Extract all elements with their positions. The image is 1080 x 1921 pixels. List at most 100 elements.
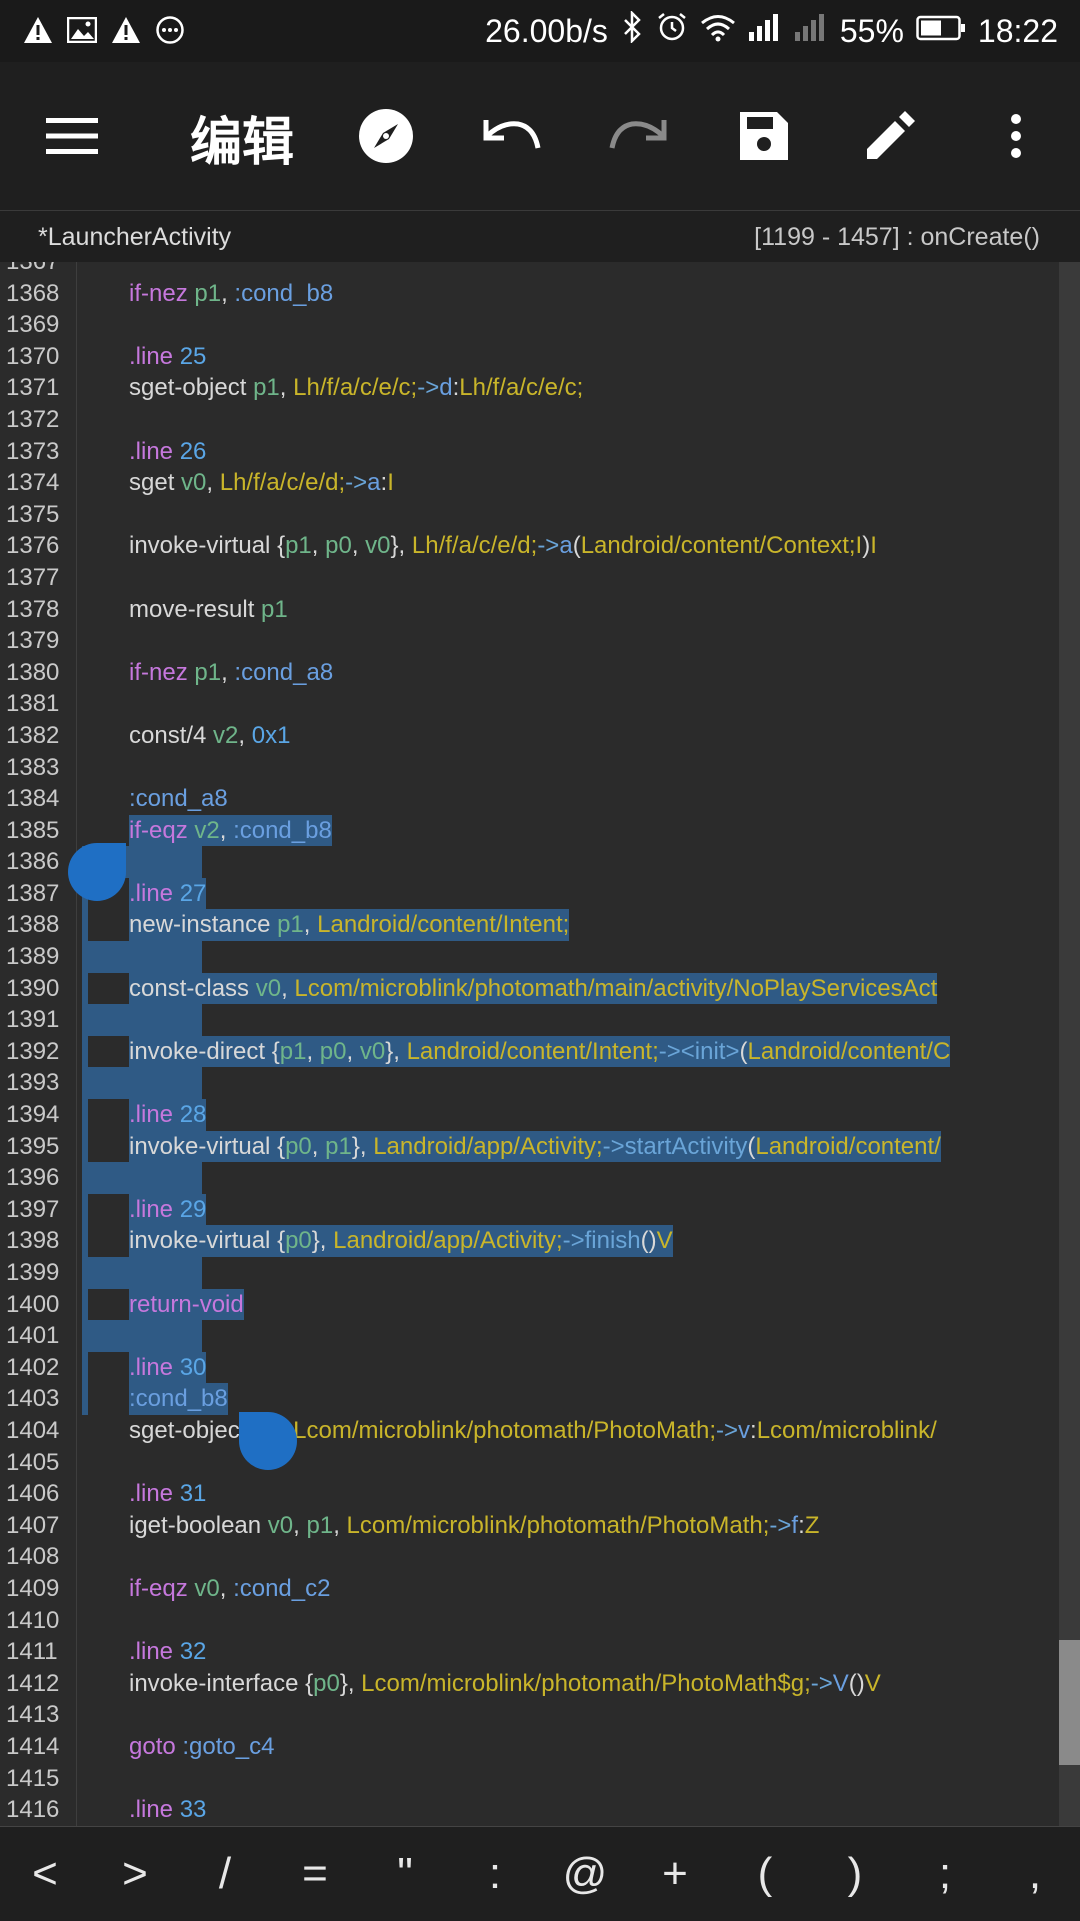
code-line[interactable]: 1395 invoke-virtual {p0, p1}, Landroid/ap… xyxy=(0,1130,1060,1163)
code-line[interactable]: 1371 sget-object p1, Lh/f/a/c/e/c;->d:Lh/… xyxy=(0,372,1060,404)
file-tab[interactable]: *LauncherActivity xyxy=(38,223,231,252)
code-line[interactable]: 1410 xyxy=(0,1605,1060,1637)
code-line[interactable]: 1393 xyxy=(0,1067,1060,1100)
scrollbar-thumb[interactable] xyxy=(1059,1640,1080,1765)
code-line[interactable]: 1381 xyxy=(0,688,1060,720)
code-editor[interactable]: 13671368 if-nez p1, :cond_b8 1369 1370 .line… xyxy=(0,262,1080,1826)
code-line[interactable]: 1378 move-result p1 xyxy=(0,594,1060,626)
undo-button[interactable] xyxy=(468,92,556,180)
code-token: v0 xyxy=(194,1574,220,1602)
symbol-key[interactable]: : xyxy=(455,1849,535,1899)
code-line[interactable]: 1368 if-nez p1, :cond_b8 xyxy=(0,278,1060,310)
code-token: .line xyxy=(129,342,180,370)
scrollbar-track[interactable] xyxy=(1059,262,1080,1826)
selection-end-handle[interactable] xyxy=(239,1412,297,1470)
code-line[interactable]: 1370 .line 25 xyxy=(0,341,1060,373)
navigate-button[interactable] xyxy=(342,92,430,180)
code-line[interactable]: 1399 xyxy=(0,1257,1060,1289)
code-line[interactable]: 1383 xyxy=(0,752,1060,784)
symbol-key[interactable]: < xyxy=(5,1849,85,1899)
line-code: invoke-direct {p1, p0, v0}, Landroid/con… xyxy=(129,1035,951,1068)
more-dots-icon xyxy=(154,14,186,46)
code-line[interactable]: 1396 xyxy=(0,1162,1060,1194)
code-line[interactable]: 1369 xyxy=(0,309,1060,341)
symbol-key[interactable]: / xyxy=(185,1849,265,1899)
symbol-key[interactable]: " xyxy=(365,1849,445,1899)
code-line[interactable]: 1407 iget-boolean v0, p1, Lcom/microblink… xyxy=(0,1510,1060,1542)
code-line[interactable]: 1403:cond_b8 xyxy=(0,1383,1060,1415)
line-code: goto :goto_c4 xyxy=(129,1731,274,1763)
symbol-key[interactable]: @ xyxy=(545,1849,625,1899)
code-line[interactable]: 1392 invoke-direct {p1, p0, v0}, Landroid… xyxy=(0,1035,1060,1068)
symbol-key[interactable]: = xyxy=(275,1849,355,1899)
code-line[interactable]: 1406 .line 31 xyxy=(0,1478,1060,1510)
code-line[interactable]: 1372 xyxy=(0,404,1060,436)
code-token: V xyxy=(832,1669,849,1697)
code-line[interactable]: 1411 .line 32 xyxy=(0,1636,1060,1668)
code-line[interactable]: 1374 sget v0, Lh/f/a/c/e/d;->a:I xyxy=(0,467,1060,499)
menu-button[interactable] xyxy=(28,92,116,180)
line-number: 1373 xyxy=(6,437,60,465)
code-line[interactable]: 1397 .line 29 xyxy=(0,1193,1060,1226)
code-token: ->finish xyxy=(562,1227,641,1255)
code-line[interactable]: 1408 xyxy=(0,1541,1060,1573)
redo-icon xyxy=(609,120,667,149)
code-token: }, xyxy=(351,1132,374,1160)
code-token: d xyxy=(439,374,453,402)
code-line[interactable]: 1412 invoke-interface {p0}, Lcom/microbli… xyxy=(0,1668,1060,1700)
code-line[interactable]: 1387 .line 27 xyxy=(0,877,1060,910)
code-line[interactable]: 1409 if-eqz v0, :cond_c2 xyxy=(0,1573,1060,1605)
line-code: .line 30 xyxy=(129,1351,207,1384)
redo-button[interactable] xyxy=(594,92,682,180)
code-line[interactable]: 1379 xyxy=(0,625,1060,657)
code-line[interactable]: 1386 xyxy=(0,846,1060,878)
code-line[interactable]: 1400 return-void xyxy=(0,1288,1060,1321)
line-code: invoke-virtual {p1, p0, v0}, Lh/f/a/c/e/… xyxy=(129,530,877,562)
selection-start-handle[interactable] xyxy=(68,843,126,901)
line-code: invoke-interface {p0}, Lcom/microblink/p… xyxy=(129,1668,881,1700)
code-token: : xyxy=(798,1511,805,1539)
save-button[interactable] xyxy=(720,92,808,180)
code-line[interactable]: 1380 if-nez p1, :cond_a8 xyxy=(0,657,1060,689)
selection-highlight xyxy=(82,1351,88,1384)
code-token: Landroid/content/Context;I xyxy=(580,532,863,560)
line-code: .line 31 xyxy=(129,1478,206,1510)
symbol-key[interactable]: ) xyxy=(815,1849,895,1899)
code-line[interactable]: 1384:cond_a8 xyxy=(0,783,1060,815)
overflow-menu-button[interactable] xyxy=(972,92,1060,180)
code-line[interactable]: 1405 xyxy=(0,1447,1060,1479)
code-line[interactable]: 1382 const/4 v2, 0x1 xyxy=(0,720,1060,752)
symbol-key[interactable]: ; xyxy=(905,1849,985,1899)
code-token: :cond_a8 xyxy=(234,658,334,686)
symbol-key[interactable]: + xyxy=(635,1849,715,1899)
code-line[interactable]: 1398 invoke-virtual {p0}, Landroid/app/Ac… xyxy=(0,1225,1060,1257)
code-line[interactable]: 1367 xyxy=(0,262,1060,278)
symbol-key[interactable]: > xyxy=(95,1849,175,1899)
code-token: 30 xyxy=(179,1353,207,1381)
code-line[interactable]: 1385 if-eqz v2, :cond_b8 xyxy=(0,814,1060,847)
code-token: Lh/f/a/c/e/c; xyxy=(293,374,418,402)
line-code: sget v0, Lh/f/a/c/e/d;->a:I xyxy=(129,467,394,499)
symbol-key[interactable]: ( xyxy=(725,1849,805,1899)
code-line[interactable]: 1404sget-object p1, Lcom/microblink/phot… xyxy=(0,1415,1060,1447)
code-line[interactable]: 1376 invoke-virtual {p1, p0, v0}, Lh/f/a/… xyxy=(0,530,1060,562)
edit-button[interactable] xyxy=(846,92,934,180)
code-line[interactable]: 1415 xyxy=(0,1763,1060,1795)
code-line[interactable]: 1413 xyxy=(0,1699,1060,1731)
code-line[interactable]: 1414 goto :goto_c4 xyxy=(0,1731,1060,1763)
symbol-key[interactable]: , xyxy=(995,1849,1075,1899)
line-number: 1394 xyxy=(6,1101,60,1129)
code-line[interactable]: 1390 const-class v0, Lcom/microblink/phot… xyxy=(0,972,1060,1005)
code-line[interactable]: 1394 .line 28 xyxy=(0,1099,1060,1131)
code-line[interactable]: 1388 new-instance p1, Landroid/content/In… xyxy=(0,909,1060,942)
code-line[interactable]: 1373 .line 26 xyxy=(0,436,1060,468)
code-line[interactable]: 1416 .line 33 xyxy=(0,1794,1060,1826)
code-line[interactable]: 1401 xyxy=(0,1320,1060,1352)
code-line[interactable]: 1389 xyxy=(0,941,1060,973)
code-line[interactable]: 1402 .line 30 xyxy=(0,1351,1060,1384)
code-line[interactable]: 1391 xyxy=(0,1004,1060,1036)
code-line[interactable]: 1377 xyxy=(0,562,1060,594)
status-bar: 26.00b/s 55% 18:22 xyxy=(0,0,1080,62)
code-token: ( xyxy=(572,532,581,560)
code-line[interactable]: 1375 xyxy=(0,499,1060,531)
